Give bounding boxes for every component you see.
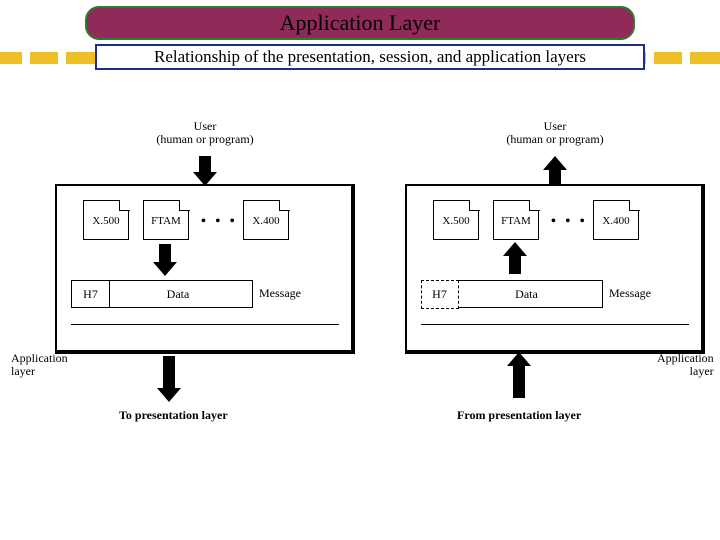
stripe-segment xyxy=(690,52,720,64)
arrow-down-icon xyxy=(199,156,211,174)
protocol-box-x400: X.400 xyxy=(243,200,289,240)
subtitle-banner: Relationship of the presentation, sessio… xyxy=(95,44,645,70)
arrow-down-icon xyxy=(159,244,171,264)
protocol-box-ftam: FTAM xyxy=(493,200,539,240)
side-label-line2: layer xyxy=(11,364,35,378)
separator-line xyxy=(421,324,689,325)
diagram-receiver: User (human or program) X.500 FTAM • • •… xyxy=(405,120,705,354)
ellipsis-icon: • • • xyxy=(201,214,238,230)
separator-line xyxy=(71,324,339,325)
application-layer-box: X.500 FTAM • • • X.400 H7Data Message xyxy=(405,184,705,354)
packet-header: H7 xyxy=(421,280,459,309)
user-label: User (human or program) xyxy=(405,120,705,146)
protocol-box-x500: X.500 xyxy=(433,200,479,240)
arrow-up-icon xyxy=(549,168,561,186)
arrow-up-icon xyxy=(513,364,525,398)
message-label: Message xyxy=(609,286,651,301)
arrow-up-icon xyxy=(509,254,521,274)
packet-box: H7Data xyxy=(71,280,253,308)
protocol-box-x500: X.500 xyxy=(83,200,129,240)
diagram-sender: User (human or program) X.500 FTAM • • •… xyxy=(55,120,355,354)
bottom-label-from-presentation: From presentation layer xyxy=(457,408,581,423)
user-text: User xyxy=(544,119,567,133)
side-label-line1: Application xyxy=(11,351,68,365)
stripe-segment xyxy=(654,52,682,64)
stripe-segment xyxy=(0,52,22,64)
title-banner: Application Layer xyxy=(85,6,635,40)
packet-box: H7Data xyxy=(421,280,603,308)
packet-data: Data xyxy=(110,281,246,307)
protocol-box-ftam: FTAM xyxy=(143,200,189,240)
arrow-down-icon xyxy=(163,356,175,390)
user-subtext: (human or program) xyxy=(156,132,253,146)
user-label: User (human or program) xyxy=(55,120,355,146)
stripe-segment xyxy=(30,52,58,64)
side-label-line2: layer xyxy=(690,364,714,378)
side-label-application-layer: Application layer xyxy=(657,352,714,378)
user-text: User xyxy=(194,119,217,133)
bottom-label-to-presentation: To presentation layer xyxy=(119,408,228,423)
side-label-application-layer: Application layer xyxy=(11,352,68,378)
user-subtext: (human or program) xyxy=(506,132,603,146)
packet-data: Data xyxy=(459,281,595,307)
ellipsis-icon: • • • xyxy=(551,214,588,230)
side-label-line1: Application xyxy=(657,351,714,365)
packet-header: H7 xyxy=(72,281,110,307)
application-layer-box: X.500 FTAM • • • X.400 H7Data Message xyxy=(55,184,355,354)
message-label: Message xyxy=(259,286,301,301)
protocol-box-x400: X.400 xyxy=(593,200,639,240)
